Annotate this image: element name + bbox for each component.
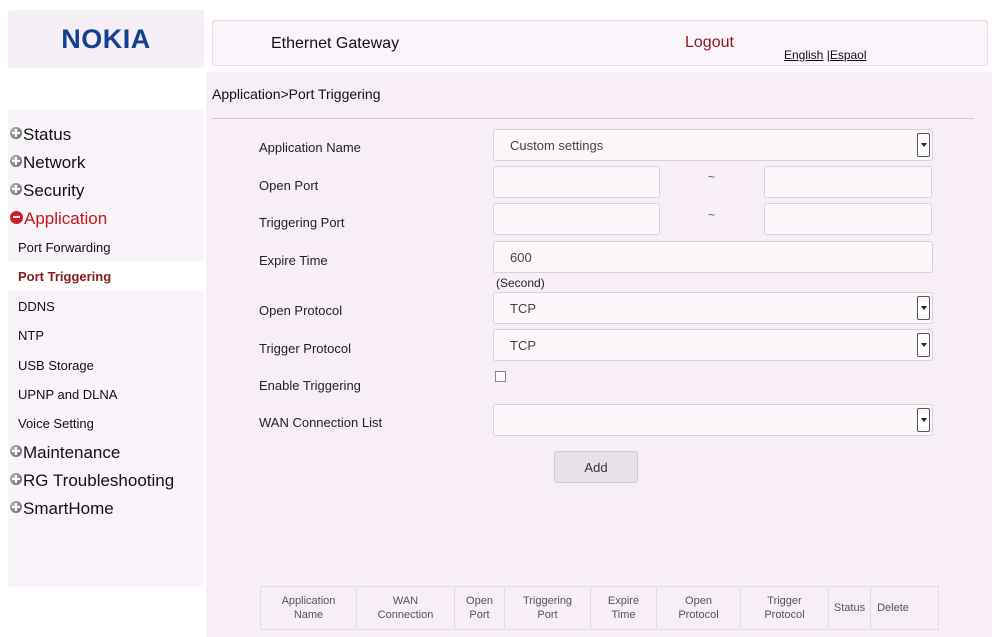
open-port-range-separator: ~	[708, 170, 716, 184]
open-port-label: Open Port	[259, 178, 319, 193]
logout-link[interactable]: Logout	[685, 34, 734, 52]
column-header-wan-connection: WAN Connection	[357, 587, 455, 629]
enable-triggering-checkbox[interactable]	[495, 371, 506, 382]
column-header-trigger-protocol: Trigger Protocol	[741, 587, 829, 629]
expand-plus-icon	[10, 501, 22, 513]
expand-plus-icon	[10, 155, 22, 167]
sidebar-item-smarthome[interactable]: SmartHome	[10, 499, 114, 519]
collapse-minus-icon	[10, 210, 23, 224]
column-header-triggering-port: Triggering Port	[505, 587, 591, 629]
trigger-protocol-label: Trigger Protocol	[259, 341, 351, 356]
dropdown-arrow-icon	[917, 133, 930, 157]
enable-triggering-label: Enable Triggering	[259, 378, 361, 393]
column-header-expire-time: Expire Time	[591, 587, 657, 629]
expire-time-label: Expire Time	[259, 253, 328, 268]
dropdown-arrow-icon	[917, 408, 930, 432]
triggering-port-start-input[interactable]	[493, 203, 660, 235]
trigger-protocol-value: TCP	[510, 337, 536, 353]
triggering-port-end-input[interactable]	[764, 203, 932, 235]
language-english-link[interactable]: English	[784, 48, 823, 62]
column-header-open-port: Open Port	[455, 587, 505, 629]
dropdown-arrow-icon	[917, 296, 930, 320]
dropdown-arrow-icon	[917, 333, 930, 357]
column-header-status: Status	[829, 587, 871, 629]
sidebar-item-application[interactable]: Application	[10, 209, 107, 229]
sidebar-subitem-ntp[interactable]: NTP	[18, 328, 44, 343]
column-header-delete: Delete	[877, 602, 909, 614]
sidebar: NOKIA Status Network Security Applicatio…	[0, 0, 206, 637]
gateway-title: Ethernet Gateway	[271, 35, 400, 52]
trigger-protocol-select[interactable]: TCP	[493, 329, 933, 361]
expire-time-input[interactable]: 600	[493, 241, 933, 273]
expire-time-unit: (Second)	[496, 276, 545, 290]
triggering-port-label: Triggering Port	[259, 215, 345, 230]
logo-box: NOKIA	[8, 10, 204, 68]
sidebar-item-maintenance[interactable]: Maintenance	[10, 443, 120, 463]
sidebar-item-label: Maintenance	[23, 443, 121, 462]
sidebar-subitem-usb-storage[interactable]: USB Storage	[18, 358, 94, 373]
sidebar-subitem-port-forwarding[interactable]: Port Forwarding	[18, 240, 110, 255]
sidebar-item-label: SmartHome	[23, 499, 114, 518]
language-spanish-link[interactable]: Espaol	[830, 48, 867, 62]
open-port-end-input[interactable]	[764, 166, 932, 198]
sidebar-item-network[interactable]: Network	[10, 153, 85, 173]
expand-plus-icon	[10, 445, 22, 457]
open-port-start-input[interactable]	[493, 166, 660, 198]
wan-connection-list-label: WAN Connection List	[259, 415, 383, 430]
column-header-open-protocol: Open Protocol	[657, 587, 741, 629]
sidebar-item-label: RG Troubleshooting	[23, 471, 175, 490]
sidebar-item-status[interactable]: Status	[10, 125, 71, 145]
sidebar-item-label: Security	[23, 181, 85, 200]
open-protocol-select[interactable]: TCP	[493, 292, 933, 324]
language-switcher: English |Espaol	[784, 48, 867, 62]
application-name-value: Custom settings	[510, 137, 604, 153]
triggering-port-range-separator: ~	[708, 208, 716, 222]
open-protocol-value: TCP	[510, 300, 536, 316]
expand-plus-icon	[10, 127, 22, 139]
expand-plus-icon	[10, 183, 22, 195]
sidebar-item-rg-troubleshooting[interactable]: RG Troubleshooting	[10, 471, 174, 491]
sidebar-item-label: Application	[24, 209, 108, 228]
application-name-label: Application Name	[259, 140, 361, 155]
open-protocol-label: Open Protocol	[259, 303, 343, 318]
expand-plus-icon	[10, 473, 22, 485]
add-button[interactable]: Add	[554, 451, 638, 483]
port-triggering-table-header: Application Name WAN Connection Open Por…	[260, 586, 939, 630]
sidebar-item-label: Status	[23, 125, 72, 144]
sidebar-subitem-port-triggering[interactable]: Port Triggering	[18, 269, 111, 284]
sidebar-subitem-ddns[interactable]: DDNS	[18, 299, 55, 314]
divider	[212, 118, 974, 119]
sidebar-item-security[interactable]: Security	[10, 181, 84, 201]
application-name-select[interactable]: Custom settings	[493, 129, 933, 161]
wan-connection-list-select[interactable]	[493, 404, 933, 436]
sidebar-item-label: Network	[23, 153, 86, 172]
sidebar-subitem-upnp-dlna[interactable]: UPNP and DLNA	[18, 387, 117, 402]
nokia-logo: NOKIA	[61, 24, 151, 54]
main-content: Application>Port Triggering Application …	[206, 72, 992, 637]
column-header-application-name: Application Name	[261, 587, 357, 629]
breadcrumb: Application>Port Triggering	[212, 86, 381, 102]
sidebar-subitem-voice-setting[interactable]: Voice Setting	[18, 416, 94, 431]
top-header: Ethernet Gateway Logout English |Espaol	[212, 20, 988, 66]
